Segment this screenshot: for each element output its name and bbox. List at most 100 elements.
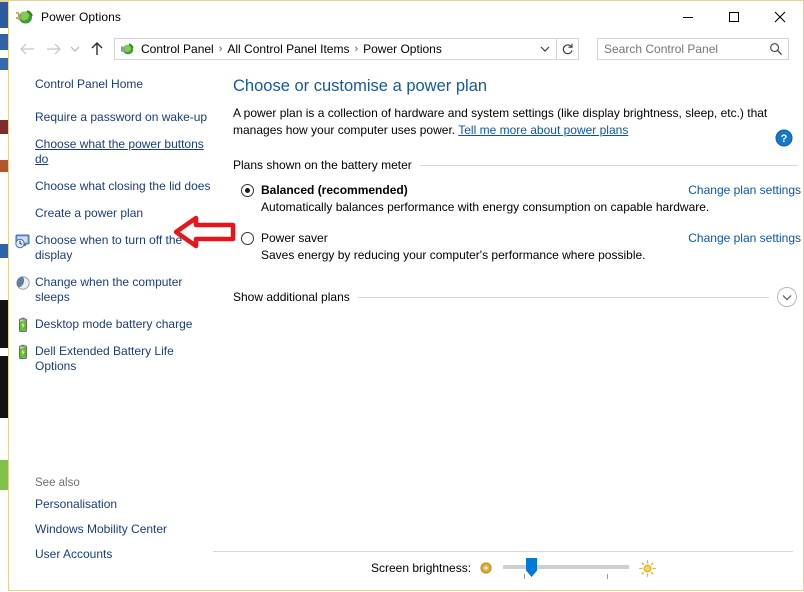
- plans-group-label: Plans shown on the battery meter: [233, 158, 412, 172]
- close-button[interactable]: [757, 1, 803, 33]
- refresh-button[interactable]: [557, 38, 579, 60]
- sidebar-item-label: Choose what closing the lid does: [35, 179, 211, 193]
- strip-segment: [0, 160, 8, 172]
- battery-shield-icon: [15, 344, 31, 360]
- sidebar-item-personalisation[interactable]: Personalisation: [9, 497, 221, 512]
- change-plan-settings-link-balanced[interactable]: Change plan settings: [688, 183, 801, 197]
- desktop-background-strip: [0, 0, 8, 591]
- window-title: Power Options: [41, 10, 122, 24]
- strip-segment: [0, 50, 8, 58]
- main-panel: ? Choose or customise a power plan A pow…: [221, 65, 803, 592]
- chevron-down-icon[interactable]: [534, 39, 556, 59]
- dim-sun-icon: [479, 561, 493, 575]
- power-options-window: Power Options Control Panel › All Contro…: [8, 0, 804, 591]
- plan-description: Saves energy by reducing your computer's…: [261, 248, 646, 262]
- address-bar: Control Panel › All Control Panel Items …: [9, 33, 803, 65]
- sidebar-item-label: Create a power plan: [35, 206, 144, 220]
- sidebar-item-require-password[interactable]: Require a password on wake-up: [9, 110, 221, 125]
- slider-tick: [607, 574, 609, 579]
- sidebar-item-label: Choose when to turn off the display: [35, 233, 183, 262]
- breadcrumb[interactable]: Control Panel › All Control Panel Items …: [114, 38, 557, 60]
- strip-segment: [0, 348, 8, 356]
- strip-segment: [0, 120, 8, 134]
- brightness-slider[interactable]: [503, 557, 630, 579]
- svg-text:?: ?: [781, 133, 788, 145]
- search-box[interactable]: [597, 38, 789, 60]
- plan-name: Balanced (recommended): [261, 183, 408, 197]
- breadcrumb-power-icon: [118, 41, 136, 57]
- see-also-item-label: User Accounts: [35, 547, 113, 561]
- battery-shield-icon: [15, 317, 31, 333]
- plan-description: Automatically balances performance with …: [261, 200, 710, 214]
- search-icon[interactable]: [764, 39, 788, 59]
- window-controls: [665, 1, 803, 33]
- page-description: A power plan is a collection of hardware…: [233, 105, 785, 139]
- radio-power-saver[interactable]: [241, 231, 254, 245]
- show-additional-plans-label: Show additional plans: [233, 290, 350, 304]
- divider: [357, 296, 769, 298]
- sidebar-item-user-accounts[interactable]: User Accounts: [9, 547, 221, 562]
- sidebar-item-dell-extended-battery-life[interactable]: Dell Extended Battery Life Options: [9, 344, 221, 374]
- breadcrumb-item-all-control-panel-items[interactable]: All Control Panel Items: [223, 42, 353, 56]
- maximize-button[interactable]: [711, 1, 757, 33]
- sidebar: Control Panel Home Require a password on…: [9, 65, 236, 592]
- strip-segment: [0, 2, 8, 28]
- strip-segment: [0, 58, 8, 70]
- slider-tick: [524, 574, 526, 579]
- bottom-divider: [213, 551, 793, 552]
- breadcrumb-item-power-options[interactable]: Power Options: [359, 42, 446, 56]
- tell-me-more-link[interactable]: Tell me more about power plans: [458, 123, 628, 137]
- strip-segment: [0, 490, 8, 591]
- sidebar-item-turn-off-display[interactable]: Choose when to turn off the display: [9, 233, 221, 263]
- sidebar-item-label: Require a password on wake-up: [35, 110, 208, 124]
- strip-segment: [0, 258, 8, 300]
- change-plan-settings-link-power-saver[interactable]: Change plan settings: [688, 231, 801, 245]
- title-bar: Power Options: [9, 1, 803, 33]
- recent-locations-button[interactable]: [66, 36, 84, 62]
- show-additional-plans-row[interactable]: Show additional plans: [233, 287, 797, 307]
- radio-balanced[interactable]: [241, 183, 254, 197]
- power-plan-balanced[interactable]: Balanced (recommended) Automatically bal…: [241, 183, 801, 214]
- sidebar-item-control-panel-home[interactable]: Control Panel Home: [9, 77, 221, 92]
- sidebar-item-create-power-plan[interactable]: Create a power plan: [9, 206, 221, 221]
- slider-thumb[interactable]: [526, 558, 538, 577]
- slider-track[interactable]: [503, 565, 630, 569]
- divider: [419, 164, 797, 166]
- sidebar-item-label: Change when the computer sleeps: [35, 275, 183, 304]
- search-input[interactable]: [598, 41, 764, 57]
- breadcrumb-item-control-panel[interactable]: Control Panel: [137, 42, 218, 56]
- plans-group-header: Plans shown on the battery meter: [233, 158, 797, 172]
- strip-segment: [0, 356, 8, 418]
- content-area: Control Panel Home Require a password on…: [9, 65, 803, 592]
- screen-brightness-control[interactable]: Screen brightness:: [371, 556, 656, 580]
- sidebar-item-label: Control Panel Home: [35, 77, 144, 91]
- strip-segment: [0, 300, 8, 348]
- sidebar-item-computer-sleeps[interactable]: Change when the computer sleeps: [9, 275, 221, 305]
- strip-segment: [0, 172, 8, 244]
- up-button[interactable]: [84, 36, 110, 62]
- sidebar-item-closing-lid[interactable]: Choose what closing the lid does: [9, 179, 221, 194]
- plan-name: Power saver: [261, 231, 328, 245]
- see-also-label: See also: [35, 477, 80, 489]
- strip-segment: [0, 244, 8, 258]
- sidebar-item-label: Choose what the power buttons do: [35, 137, 204, 166]
- strip-segment: [0, 418, 8, 460]
- chevron-down-icon[interactable]: [777, 287, 797, 307]
- strip-segment: [0, 134, 8, 160]
- sidebar-item-power-buttons[interactable]: Choose what the power buttons do: [9, 137, 221, 167]
- screen-brightness-label: Screen brightness:: [371, 561, 472, 575]
- back-button[interactable]: [14, 36, 40, 62]
- sidebar-item-windows-mobility-center[interactable]: Windows Mobility Center: [9, 522, 221, 537]
- see-also-item-label: Personalisation: [35, 497, 118, 511]
- page-title: Choose or customise a power plan: [233, 77, 488, 95]
- forward-button[interactable]: [40, 36, 66, 62]
- see-also-item-label: Windows Mobility Center: [35, 522, 168, 536]
- sidebar-item-desktop-mode-battery-charge[interactable]: Desktop mode battery charge: [9, 317, 221, 332]
- power-plan-power-saver[interactable]: Power saver Saves energy by reducing you…: [241, 231, 801, 262]
- help-button[interactable]: ?: [775, 129, 793, 147]
- display-clock-icon: [15, 233, 31, 249]
- minimize-button[interactable]: [665, 1, 711, 33]
- bright-sun-icon: [639, 559, 656, 577]
- strip-segment: [0, 70, 8, 120]
- strip-segment: [0, 460, 8, 490]
